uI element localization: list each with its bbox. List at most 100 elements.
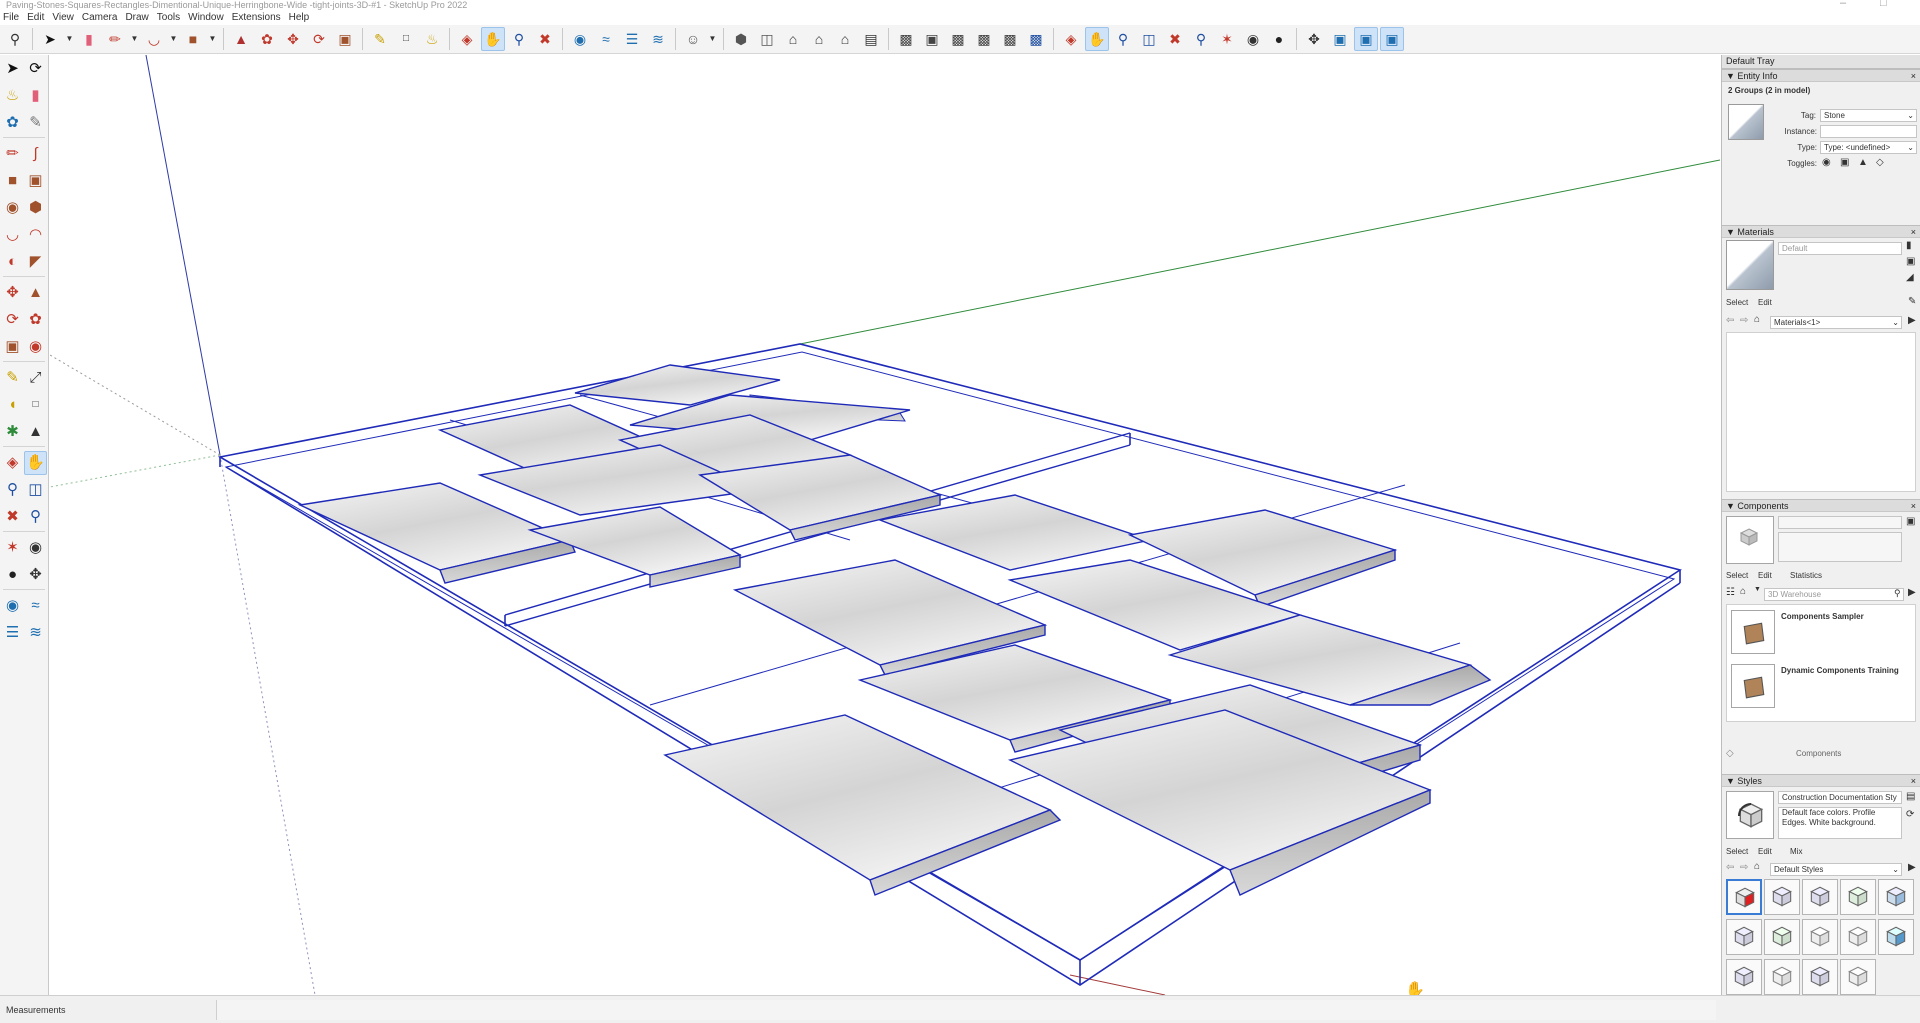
style-thumbnail[interactable] bbox=[1726, 959, 1762, 995]
menu-file[interactable]: File bbox=[0, 11, 24, 25]
component-icon[interactable]: ✿ bbox=[1, 111, 24, 135]
style-name-input[interactable]: Construction Documentation Sty bbox=[1778, 791, 1902, 804]
home-icon[interactable]: ⌂ bbox=[1754, 314, 1760, 325]
close-icon[interactable]: × bbox=[1911, 226, 1916, 238]
material-swatch-grid[interactable] bbox=[1726, 332, 1916, 492]
eyedropper-icon[interactable]: ✎ bbox=[1908, 296, 1916, 307]
style-thumbnail[interactable] bbox=[1840, 919, 1876, 955]
components-tab-select[interactable]: Select bbox=[1726, 571, 1748, 580]
tag-icon[interactable]: ✎ bbox=[24, 111, 47, 135]
close-icon[interactable]: × bbox=[1911, 500, 1916, 512]
components-tab-edit[interactable]: Edit bbox=[1758, 571, 1772, 580]
details-arrow-icon[interactable]: ▶ bbox=[1908, 315, 1916, 326]
home-icon[interactable]: ⌂ bbox=[1740, 586, 1746, 597]
zoom-window-icon[interactable]: ◫ bbox=[1137, 27, 1161, 51]
materials-tab-edit[interactable]: Edit bbox=[1758, 298, 1772, 307]
lasso-icon[interactable]: ⟳ bbox=[24, 57, 47, 81]
xray-icon[interactable]: ▩ bbox=[894, 27, 918, 51]
rotate-icon[interactable]: ⟳ bbox=[1, 308, 24, 332]
chevron-down-icon[interactable]: ▼ bbox=[707, 27, 718, 51]
zoom-icon[interactable]: ⚲ bbox=[507, 27, 531, 51]
materials-tab-select[interactable]: Select bbox=[1726, 298, 1748, 307]
zoom-extents-icon[interactable]: ✖ bbox=[1163, 27, 1187, 51]
look-around-icon[interactable]: ◉ bbox=[1241, 27, 1265, 51]
styles-tab-edit[interactable]: Edit bbox=[1758, 847, 1772, 856]
eraser-icon[interactable]: ▮ bbox=[24, 84, 47, 108]
menu-edit[interactable]: Edit bbox=[24, 11, 49, 25]
material-collection-select[interactable]: Materials<1> ⌄ bbox=[1770, 316, 1902, 329]
menu-camera[interactable]: Camera bbox=[79, 11, 123, 25]
components-tab-statistics[interactable]: Statistics bbox=[1790, 571, 1822, 580]
expand-arrow-icon[interactable]: ◇ bbox=[1726, 748, 1734, 759]
menu-extensions[interactable]: Extensions bbox=[229, 11, 286, 25]
back-arrow-icon[interactable]: ⇦ bbox=[1726, 862, 1734, 873]
select-icon[interactable]: ➤ bbox=[1, 57, 24, 81]
right-view-icon[interactable]: ⌂ bbox=[807, 27, 831, 51]
paint-bucket-icon[interactable]: ♨ bbox=[420, 27, 444, 51]
section-cut-icon[interactable]: ▣ bbox=[1354, 27, 1378, 51]
circle-icon[interactable]: ◉ bbox=[1, 196, 24, 220]
back-view-icon[interactable]: ⌂ bbox=[833, 27, 857, 51]
forward-arrow-icon[interactable]: ⇨ bbox=[1740, 315, 1748, 326]
chevron-down-icon[interactable]: ▼ bbox=[168, 27, 179, 51]
zoom-window-icon[interactable]: ◫ bbox=[24, 478, 47, 502]
shaded-icon[interactable]: ▩ bbox=[972, 27, 996, 51]
extensions-icon[interactable]: ≋ bbox=[646, 27, 670, 51]
polygon-icon[interactable]: ⬢ bbox=[24, 196, 47, 220]
style-collection-select[interactable]: Default Styles ⌄ bbox=[1770, 863, 1902, 876]
visibility-toggle-icon[interactable]: ◉ bbox=[1822, 157, 1831, 168]
eraser-icon[interactable]: ▮ bbox=[77, 27, 101, 51]
styles-tab-select[interactable]: Select bbox=[1726, 847, 1748, 856]
styles-header[interactable]: ▼ Styles × bbox=[1722, 774, 1920, 787]
material-preview[interactable] bbox=[1726, 240, 1774, 290]
section-plane-icon[interactable]: ✥ bbox=[1302, 27, 1326, 51]
freehand-icon[interactable]: ∫ bbox=[24, 142, 47, 166]
orbit-icon[interactable]: ◈ bbox=[455, 27, 479, 51]
previous-icon[interactable]: ⚲ bbox=[1189, 27, 1213, 51]
sample-paint-icon[interactable]: ▮ bbox=[1906, 240, 1912, 251]
section-fill-icon[interactable]: ▣ bbox=[1380, 27, 1404, 51]
style-thumbnail[interactable] bbox=[1802, 959, 1838, 995]
warehouse-search-input[interactable]: 3D Warehouse bbox=[1764, 588, 1904, 601]
previous-icon[interactable]: ⚲ bbox=[24, 505, 47, 529]
menu-window[interactable]: Window bbox=[185, 11, 229, 25]
warehouse-icon[interactable]: ◉ bbox=[568, 27, 592, 51]
monochrome-icon[interactable]: ▩ bbox=[1024, 27, 1048, 51]
material-name-input[interactable]: Default bbox=[1778, 242, 1902, 255]
select-icon[interactable]: ➤ bbox=[38, 27, 62, 51]
scale-icon[interactable]: ▣ bbox=[333, 27, 357, 51]
section-plane-icon[interactable]: ✥ bbox=[24, 563, 47, 587]
lock-toggle-icon[interactable]: ▣ bbox=[1840, 157, 1849, 168]
style-thumbnail[interactable] bbox=[1764, 879, 1800, 915]
position-camera-icon[interactable]: ✶ bbox=[1, 536, 24, 560]
share-icon[interactable]: ≈ bbox=[594, 27, 618, 51]
receive-shadows-icon[interactable]: ▲ bbox=[1858, 157, 1868, 168]
pie-icon[interactable]: ◤ bbox=[24, 250, 47, 274]
home-icon[interactable]: ⌂ bbox=[1754, 861, 1760, 872]
style-thumbnail[interactable] bbox=[1764, 959, 1800, 995]
line-icon[interactable]: ✏ bbox=[103, 27, 127, 51]
axes-icon[interactable]: ✱ bbox=[1, 420, 24, 444]
iso-view-icon[interactable]: ⬢ bbox=[729, 27, 753, 51]
style-thumbnail[interactable] bbox=[1726, 879, 1762, 915]
materials-header[interactable]: ▼ Materials × bbox=[1722, 225, 1920, 238]
rectangle-icon[interactable]: ■ bbox=[181, 27, 205, 51]
menu-help[interactable]: Help bbox=[286, 11, 315, 25]
cast-shadows-icon[interactable]: ◇ bbox=[1876, 157, 1884, 168]
two-point-arc-icon[interactable]: ◠ bbox=[24, 223, 47, 247]
tape-measure-icon[interactable]: ✎ bbox=[1, 366, 24, 390]
search-icon[interactable]: ⚲ bbox=[1894, 588, 1901, 599]
details-arrow-icon[interactable]: ▶ bbox=[1908, 862, 1916, 873]
layout-icon[interactable]: ☰ bbox=[620, 27, 644, 51]
list-item[interactable]: Components Sampler bbox=[1729, 608, 1915, 656]
minimize-button[interactable]: – bbox=[1840, 0, 1846, 9]
rotated-rectangle-icon[interactable]: ▣ bbox=[24, 169, 47, 193]
entity-material-swatch[interactable] bbox=[1728, 104, 1764, 140]
close-icon[interactable]: × bbox=[1911, 775, 1916, 787]
front-view-icon[interactable]: ⌂ bbox=[781, 27, 805, 51]
create-material-icon[interactable]: ▣ bbox=[1906, 256, 1915, 267]
push-pull-icon[interactable]: ▲ bbox=[229, 27, 253, 51]
pan-icon[interactable]: ✋ bbox=[24, 450, 47, 475]
menu-draw[interactable]: Draw bbox=[122, 11, 153, 25]
back-arrow-icon[interactable]: ⇦ bbox=[1726, 315, 1734, 326]
